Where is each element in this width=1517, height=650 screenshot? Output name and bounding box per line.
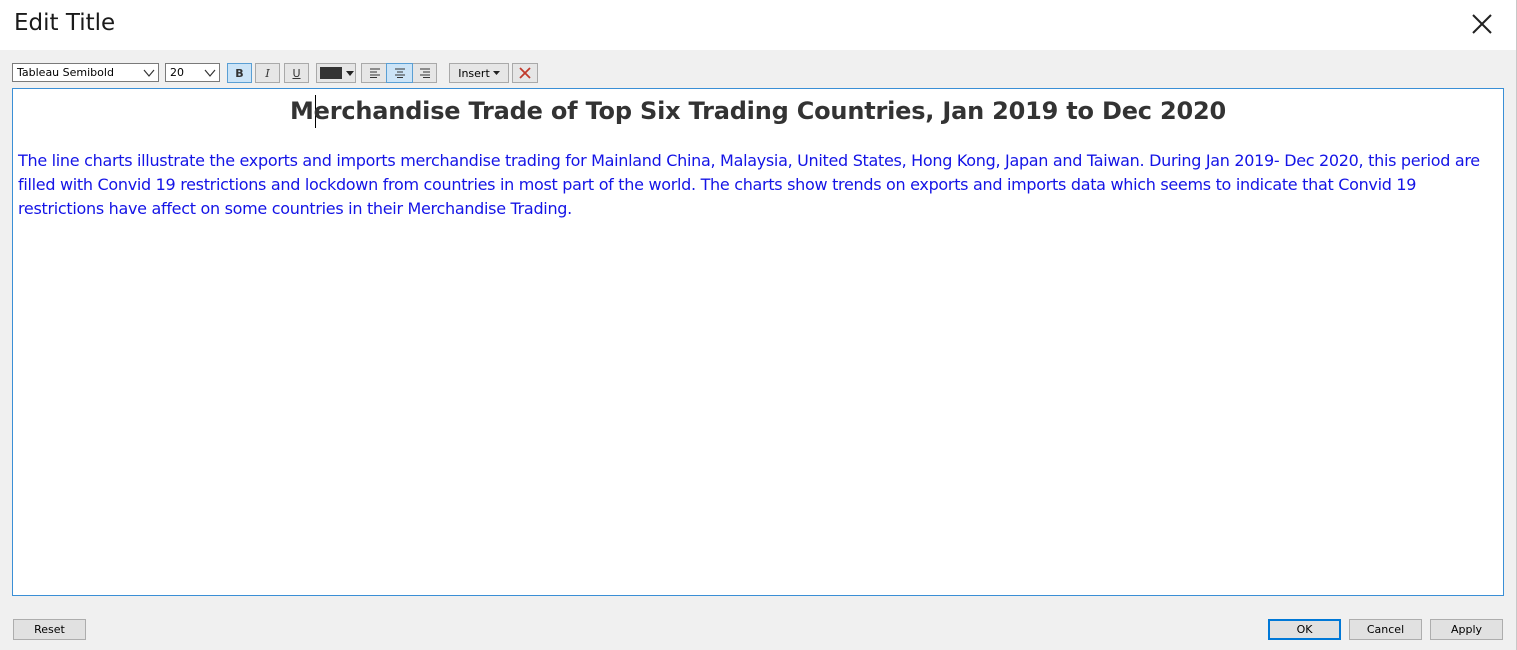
clear-icon [519,67,531,79]
alignment-group [361,63,437,83]
font-size-select[interactable]: 20 [165,63,220,82]
dialog-title: Edit Title [14,10,116,36]
caret-down-icon [492,71,500,75]
text-color-button[interactable] [316,63,356,83]
font-family-select[interactable]: Tableau Semibold [12,63,159,82]
apply-button[interactable]: Apply [1430,619,1503,640]
bold-button[interactable]: B [227,63,252,83]
font-family-value: Tableau Semibold [17,66,114,79]
color-swatch [320,67,342,79]
align-center-button[interactable] [386,63,413,83]
italic-button[interactable]: I [255,63,280,83]
format-toolbar: Tableau Semibold 20 B I U Insert [0,60,1516,88]
align-center-icon [394,68,405,78]
ok-button[interactable]: OK [1268,619,1341,640]
title-text-editor[interactable]: Merchandise Trade of Top Six Trading Cou… [12,88,1504,596]
caret-down-icon [346,71,354,76]
dialog-titlebar: Edit Title [0,0,1516,50]
editor-body-text[interactable]: The line charts illustrate the exports a… [18,149,1498,221]
underline-button[interactable]: U [284,63,309,83]
close-icon [1472,14,1492,34]
reset-button[interactable]: Reset [13,619,86,640]
edit-title-dialog: Edit Title Tableau Semibold 20 B I U Ins… [0,0,1517,650]
insert-button[interactable]: Insert [449,63,509,83]
font-size-value: 20 [170,66,184,79]
align-right-button[interactable] [412,64,437,82]
clear-formatting-button[interactable] [512,63,538,83]
close-button[interactable] [1462,5,1502,43]
align-right-icon [419,68,430,78]
align-left-button[interactable] [362,64,387,82]
chevron-down-icon [204,69,216,77]
chevron-down-icon [143,69,155,77]
align-left-icon [369,68,380,78]
editor-title-text[interactable]: Merchandise Trade of Top Six Trading Cou… [13,97,1503,125]
cancel-button[interactable]: Cancel [1349,619,1422,640]
insert-label: Insert [458,66,490,80]
